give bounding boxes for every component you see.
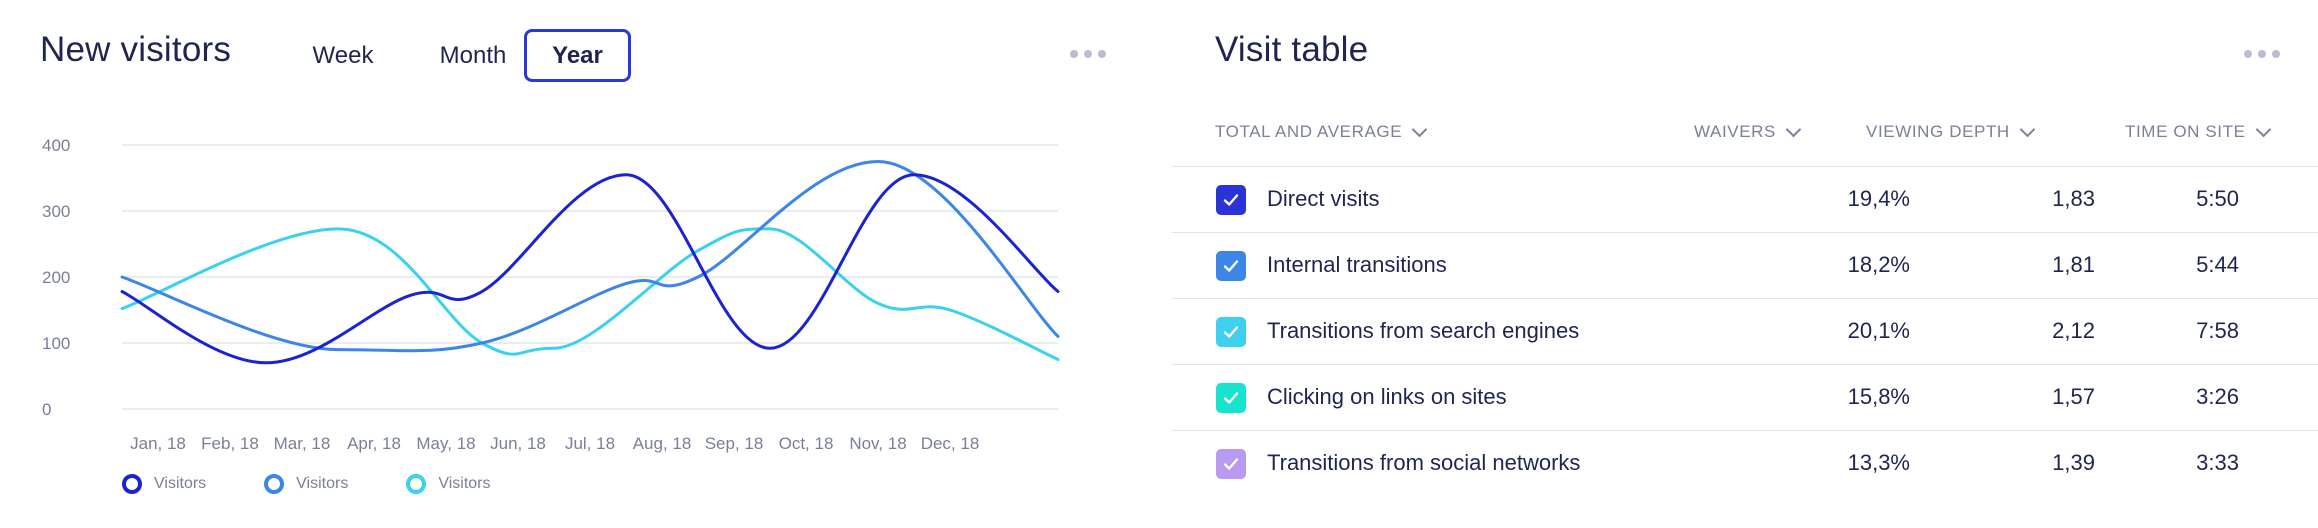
legend-label: Visitors [438,475,491,492]
column-header-label: TOTAL AND AVERAGE [1215,122,1403,141]
table-row: Direct visits 19,4% 1,83 5:50 [1172,167,2318,232]
legend-marker-icon [264,474,285,494]
row-name: Internal transitions [1267,252,1447,277]
chevron-down-icon [1785,121,1802,137]
visitors-line-chart: 0 100 200 300 400 Jan, 18 Feb, 18 Mar, 18 Apr, 1… [42,136,1060,453]
row-time-on-site: 7:58 [2196,318,2239,343]
row-time-on-site: 5:50 [2196,186,2239,211]
legend-item[interactable]: Visitors [264,474,348,494]
row-name: Clicking on links on sites [1267,384,1507,409]
check-icon [1223,392,1239,404]
row-waivers: 13,3% [1847,450,1910,475]
row-checkbox[interactable] [1216,317,1246,347]
column-header-time-on-site[interactable]: TIME ON SITE [2125,121,2271,142]
x-tick-label: Nov, 18 [849,434,906,453]
x-tick-label: Feb, 18 [201,434,259,453]
column-header-label: TIME ON SITE [2125,122,2246,141]
row-waivers: 18,2% [1847,252,1910,277]
y-tick-label: 200 [42,268,70,287]
row-waivers: 20,1% [1847,318,1910,343]
check-icon [1223,326,1239,338]
check-icon [1223,458,1239,470]
column-header-total-and-average[interactable]: TOTAL AND AVERAGE [1215,121,1428,142]
chevron-down-icon [2255,121,2271,137]
row-viewing-depth: 1,81 [2052,252,2095,277]
x-tick-label: Sep, 18 [705,434,764,453]
visit-table-title: Visit table [1215,30,1369,69]
row-checkbox[interactable] [1216,449,1246,479]
y-tick-label: 0 [42,400,51,419]
legend-marker-icon [122,474,142,494]
x-tick-label: Jun, 18 [490,434,546,453]
row-checkbox[interactable] [1216,185,1246,215]
row-viewing-depth: 1,39 [2052,450,2095,475]
x-tick-label: Oct, 18 [779,434,834,453]
x-tick-label: Mar, 18 [274,434,331,453]
chart-legend: Visitors Visitors Visitors [122,474,491,494]
table-row: Clicking on links on sites 15,8% 1,57 3:… [1172,365,2318,430]
y-tick-label: 300 [42,202,70,221]
legend-item[interactable]: Visitors [406,474,491,494]
x-tick-label: May, 18 [416,434,475,453]
row-viewing-depth: 2,12 [2052,318,2095,343]
y-tick-label: 100 [42,334,70,353]
legend-item[interactable]: Visitors [122,474,206,494]
x-tick-label: Dec, 18 [921,434,980,453]
x-tick-label: Apr, 18 [347,434,401,453]
row-name: Transitions from social networks [1267,450,1581,475]
legend-label: Visitors [154,475,207,492]
table-row: Internal transitions 18,2% 1,81 5:44 [1172,233,2318,298]
row-waivers: 15,8% [1847,384,1910,409]
column-header-label: WAIVERS [1694,122,1776,141]
table-row: Transitions from search engines 20,1% 2,… [1172,299,2318,364]
series-line [120,227,1060,361]
check-icon [1223,260,1239,272]
row-time-on-site: 5:44 [2196,252,2239,277]
row-name: Transitions from search engines [1267,318,1580,343]
row-time-on-site: 3:33 [2196,450,2239,475]
column-header-waivers[interactable]: WAIVERS [1694,121,1802,142]
row-viewing-depth: 1,57 [2052,384,2095,409]
x-tick-label: Aug, 18 [633,434,692,453]
check-icon [1223,194,1239,206]
row-checkbox[interactable] [1216,251,1246,281]
chevron-down-icon [2019,121,2036,137]
more-horizontal-icon[interactable] [2240,46,2284,62]
x-tick-label: Jan, 18 [130,434,186,453]
row-checkbox[interactable] [1216,383,1246,413]
column-header-viewing-depth[interactable]: VIEWING DEPTH [1866,121,2036,142]
x-tick-label: Jul, 18 [565,434,615,453]
row-waivers: 19,4% [1847,186,1910,211]
legend-marker-icon [406,474,427,494]
chevron-down-icon [1411,121,1428,137]
legend-label: Visitors [296,475,349,492]
series-line [120,159,1060,353]
row-name: Direct visits [1267,186,1380,211]
row-viewing-depth: 1,83 [2052,186,2095,211]
table-row: Transitions from social networks 13,3% 1… [1172,431,2318,496]
column-header-label: VIEWING DEPTH [1866,122,2010,141]
row-time-on-site: 3:26 [2196,384,2239,409]
y-tick-label: 400 [42,136,70,155]
